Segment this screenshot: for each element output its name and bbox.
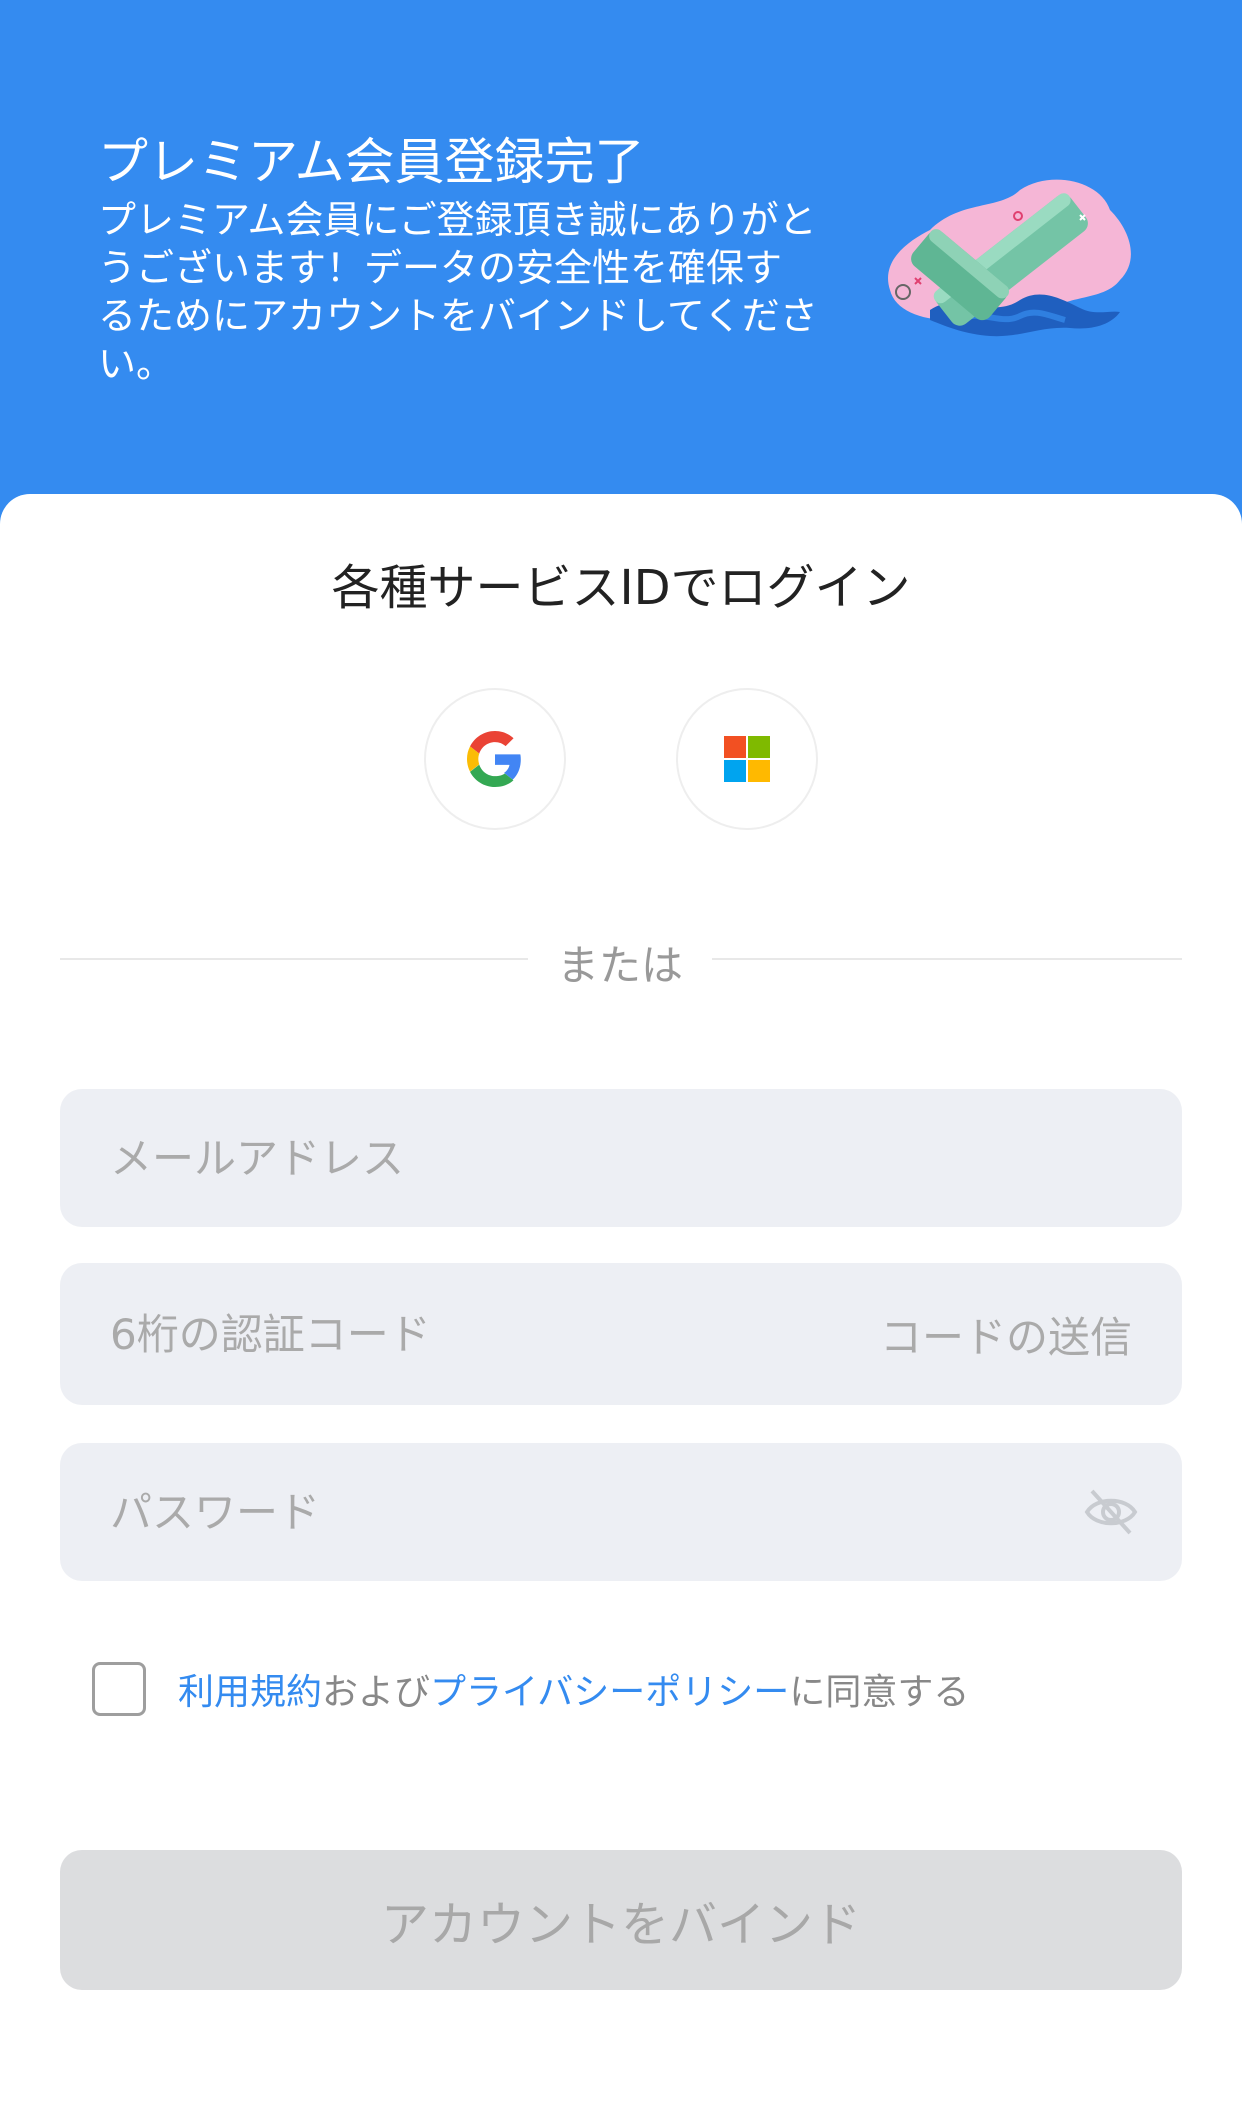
send-code-button[interactable]: コードの送信 [880,1263,1132,1405]
header-banner: プレミアム会員登録完了 プレミアム会員にご登録頂き誠にありがとうございます！デー… [0,0,1242,540]
google-icon [467,731,521,787]
agree-suffix-text: に同意する [789,1672,970,1713]
email-input[interactable] [110,1089,870,1227]
password-field-container [60,1443,1182,1581]
email-field-container [60,1089,1182,1227]
divider-line-right [712,958,1182,960]
login-title: 各種サービスIDでログイン [331,560,911,616]
code-field-container: コードの送信 [60,1263,1182,1405]
microsoft-login-button[interactable] [676,688,818,830]
and-text: および [322,1672,431,1713]
terms-link[interactable]: 利用規約 [178,1663,322,1715]
checkmark-illustration-icon [888,179,1131,337]
bind-account-button[interactable]: アカウントをバインド [60,1850,1182,1990]
google-login-button[interactable] [424,688,566,830]
privacy-policy-link[interactable]: プライバシーポリシー [430,1663,789,1715]
agreement-row: 利用規約 および プライバシーポリシー に同意する [92,1662,969,1716]
eye-off-icon[interactable] [1084,1487,1138,1537]
verification-code-input[interactable] [110,1263,870,1405]
password-input[interactable] [110,1443,870,1581]
agree-checkbox[interactable] [92,1662,146,1716]
header-title: プレミアム会員登録完了 [98,133,645,191]
header-message: プレミアム会員にご登録頂き誠にありがとうございます！データの安全性を確保するため… [98,198,818,386]
microsoft-icon [724,736,770,782]
divider-line-left [60,958,528,960]
divider-text: または [556,941,683,990]
